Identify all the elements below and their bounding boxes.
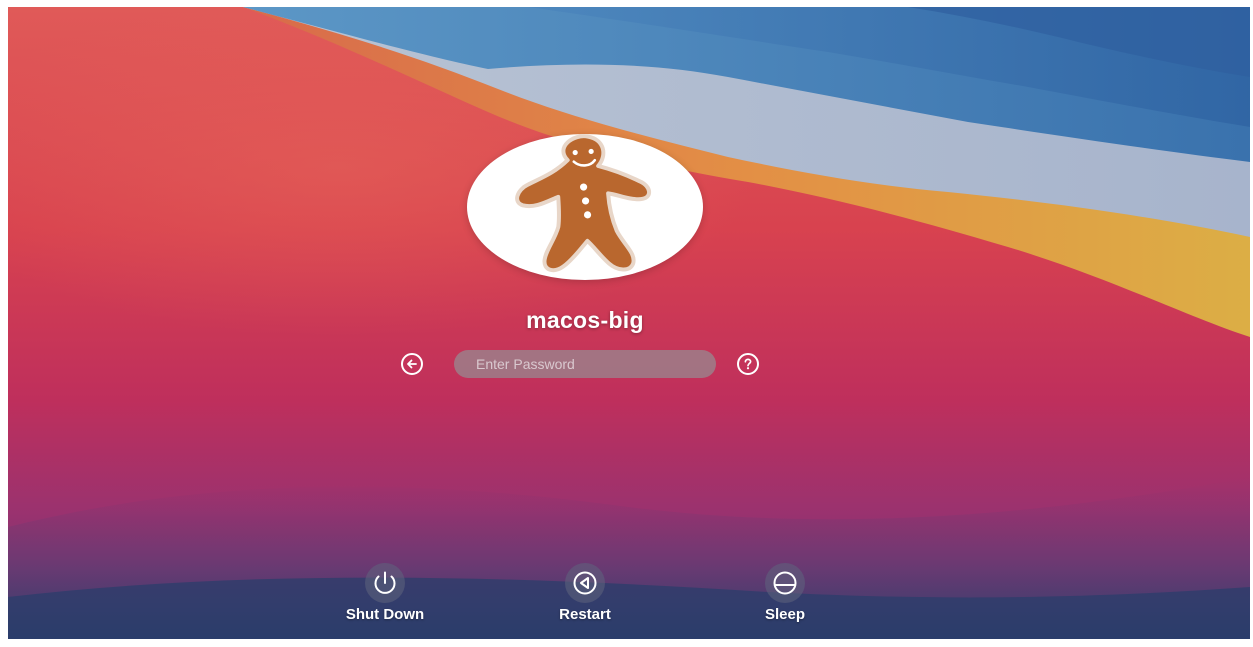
shut-down-button[interactable]: Shut Down (315, 563, 455, 623)
username-label: macos-big (526, 307, 644, 333)
back-button[interactable] (401, 353, 423, 375)
gingerbread-man-icon (515, 134, 652, 273)
restart-icon (573, 571, 597, 595)
shut-down-label: Shut Down (345, 606, 425, 623)
sleep-circle[interactable] (765, 563, 805, 603)
restart-label: Restart (559, 606, 611, 623)
shut-down-circle[interactable] (365, 563, 405, 603)
login-screen: macos-big Shut Down Restart Sleep (8, 7, 1250, 639)
password-input[interactable] (454, 350, 716, 378)
user-avatar[interactable] (467, 134, 703, 280)
restart-circle[interactable] (565, 563, 605, 603)
restart-button[interactable]: Restart (515, 563, 655, 623)
sleep-label: Sleep (764, 606, 806, 623)
arrow-left-circle-icon (407, 359, 417, 369)
sleep-button[interactable]: Sleep (715, 563, 855, 623)
power-icon (374, 571, 396, 594)
help-button[interactable] (737, 353, 759, 375)
question-circle-icon (744, 358, 752, 370)
sleep-icon (773, 571, 797, 595)
